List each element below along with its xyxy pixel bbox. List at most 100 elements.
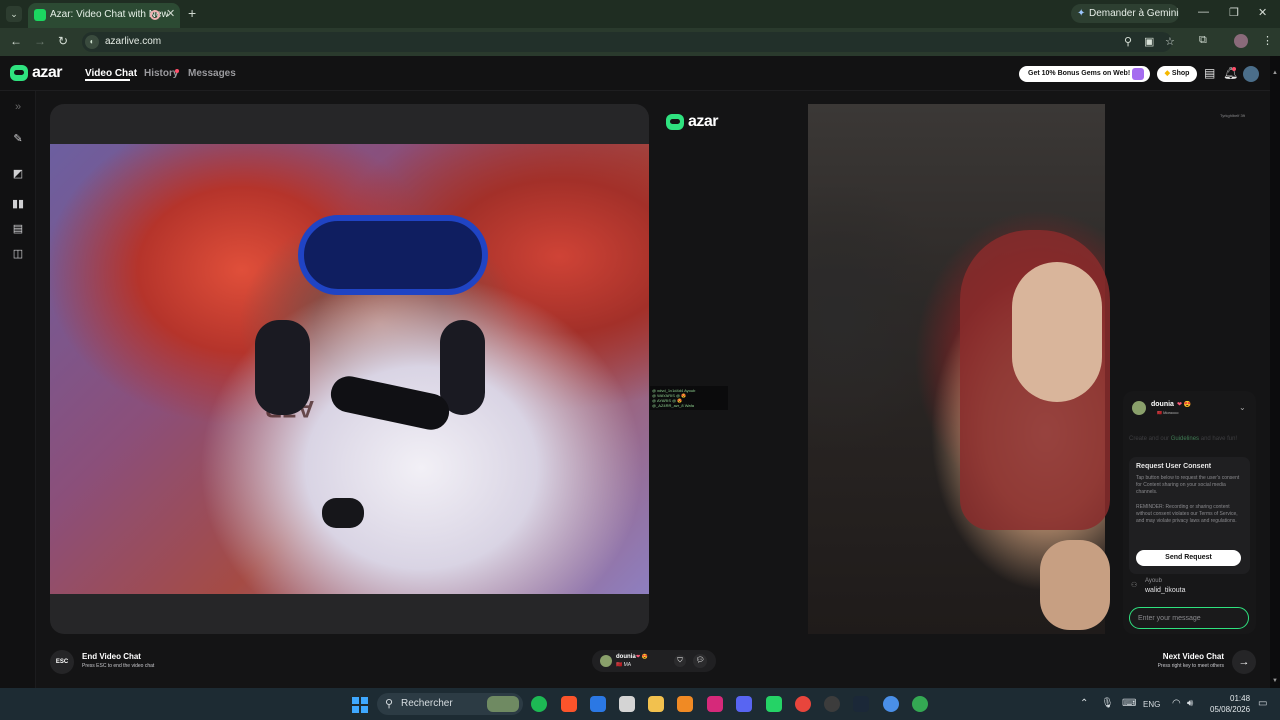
esc-button[interactable]: ESC bbox=[50, 650, 74, 674]
notification-center-icon[interactable]: ▭ bbox=[1258, 698, 1267, 709]
browser-tab-bar: ⌄ Azar: Video Chat with New ✕ + ✦ Demand… bbox=[0, 0, 1280, 28]
partner-badges: ❤ 😍 bbox=[1177, 402, 1192, 408]
store-icon[interactable] bbox=[619, 696, 635, 712]
consent-description: Tap button below to request the user's c… bbox=[1136, 475, 1240, 495]
whatsapp-icon[interactable] bbox=[766, 696, 782, 712]
pill-partner-badges: ❤ 😍 bbox=[636, 654, 648, 660]
layout-stacked-icon[interactable]: ▤ bbox=[11, 222, 25, 235]
pill-partner-name: dounia bbox=[616, 654, 636, 660]
message-sender: Ayoub bbox=[1145, 578, 1162, 584]
bookmark-star-icon[interactable]: ☆ bbox=[1165, 35, 1175, 48]
system-clock[interactable]: 01:48 05/08/2026 bbox=[1210, 693, 1250, 715]
partner-face-shape bbox=[1012, 262, 1102, 402]
filter-icon[interactable]: ◩ bbox=[11, 167, 25, 180]
message-input[interactable] bbox=[1129, 607, 1249, 629]
extensions-icon[interactable]: ⧉ bbox=[1199, 34, 1207, 47]
corner-tag: Tyrkghlbelf 3ft bbox=[1220, 113, 1245, 118]
omnibox[interactable]: ◐ azarlive.com ⚲ ▣ ☆ bbox=[82, 32, 1175, 52]
send-request-button[interactable]: Send Request bbox=[1136, 550, 1241, 566]
next-arrow-button[interactable]: → bbox=[1232, 650, 1256, 674]
shield-app-icon[interactable] bbox=[590, 696, 606, 712]
bonus-gems-button[interactable]: Get 10% Bonus Gems on Web! bbox=[1019, 66, 1150, 82]
tray-chevron-icon[interactable]: ⌃ bbox=[1080, 698, 1088, 709]
steam-icon[interactable] bbox=[853, 696, 869, 712]
left-tool-rail: » ✎ ◩ ▮▮ ▤ ◫ bbox=[0, 91, 36, 688]
message-text: walid_tikouta bbox=[1145, 587, 1186, 594]
instagram-icon[interactable] bbox=[707, 696, 723, 712]
site-info-icon[interactable]: ◐ bbox=[85, 35, 99, 49]
browser-tab-azar[interactable]: Azar: Video Chat with New ✕ bbox=[28, 3, 180, 28]
gem-icon: ◆ bbox=[1164, 70, 1170, 77]
magic-wand-icon[interactable]: ✎ bbox=[11, 132, 25, 145]
reload-icon[interactable]: ↻ bbox=[58, 34, 68, 48]
windows-start-icon[interactable] bbox=[352, 697, 368, 713]
nav-history[interactable]: History bbox=[144, 68, 178, 79]
volume-icon[interactable]: 🔊︎ bbox=[1187, 698, 1193, 709]
browser-menu-icon[interactable]: ⋮ bbox=[1262, 34, 1273, 47]
nav-video-chat[interactable]: Video Chat bbox=[85, 68, 137, 79]
layout-pip-icon[interactable]: ◫ bbox=[11, 247, 25, 260]
my-video-frame: AZR bbox=[50, 104, 649, 634]
chat-panel: dounia ❤ 😍 🇲🇦 Morocco ⌄ Create and our G… bbox=[1123, 391, 1256, 634]
file-explorer-icon[interactable] bbox=[648, 696, 664, 712]
brave-icon[interactable] bbox=[561, 696, 577, 712]
guidelines-link[interactable]: Guidelines bbox=[1171, 436, 1199, 442]
search-icon: ⚲ bbox=[385, 698, 394, 710]
scroll-down-arrow-icon[interactable]: ▼ bbox=[1272, 678, 1278, 684]
partner-info-pill[interactable]: dounia ❤ 😍 🇲🇦 MA ⛉ 💬︎ bbox=[592, 650, 716, 672]
azar-watermark-icon bbox=[666, 114, 684, 130]
inbox-icon[interactable]: ▤ bbox=[1204, 66, 1215, 80]
end-chat-title[interactable]: End Video Chat bbox=[82, 652, 141, 661]
next-chat-hint: Press right key to meet others bbox=[1157, 663, 1224, 669]
page-scrollbar[interactable] bbox=[1270, 56, 1280, 688]
ask-gemini-button[interactable]: ✦ Demander à Gemini bbox=[1071, 4, 1179, 23]
layout-side-by-side-icon[interactable]: ▮▮ bbox=[11, 197, 25, 210]
chrome-profile-icon[interactable] bbox=[883, 696, 899, 712]
clock-date: 05/08/2026 bbox=[1210, 705, 1251, 714]
shop-button[interactable]: ◆ Shop bbox=[1157, 66, 1197, 82]
azar-logo-icon[interactable] bbox=[10, 65, 28, 81]
report-shield-icon[interactable]: ⛉ bbox=[674, 655, 686, 667]
headset-right-shape bbox=[440, 320, 485, 415]
discord-icon[interactable] bbox=[736, 696, 752, 712]
chrome-icon[interactable] bbox=[795, 696, 811, 712]
collapse-chevron-icon[interactable]: ⌄ bbox=[1239, 403, 1246, 412]
nav-messages[interactable]: Messages bbox=[188, 68, 236, 79]
bonus-gems-label: Get 10% Bonus Gems on Web! bbox=[1028, 70, 1131, 77]
tab-search-chevron-icon[interactable]: ⌄ bbox=[6, 6, 22, 22]
chrome-active-icon[interactable] bbox=[912, 696, 928, 712]
clock-time: 01:48 bbox=[1230, 694, 1251, 703]
zoom-icon[interactable]: ⚲ bbox=[1124, 35, 1132, 48]
microphone-icon[interactable]: 🎙︎ bbox=[1101, 698, 1114, 709]
taskbar-search[interactable]: ⚲ Rechercher bbox=[377, 693, 523, 715]
forward-arrow-icon[interactable]: → bbox=[34, 34, 46, 48]
vlc-icon[interactable] bbox=[677, 696, 693, 712]
search-highlight-image bbox=[487, 696, 519, 712]
window-close-icon[interactable]: ✕ bbox=[1258, 6, 1267, 19]
github-icon[interactable] bbox=[824, 696, 840, 712]
restore-icon[interactable]: ❐ bbox=[1229, 6, 1239, 19]
recording-indicator-icon bbox=[150, 10, 160, 20]
new-tab-button[interactable]: + bbox=[188, 5, 196, 21]
keyboard-icon[interactable]: ⌨ bbox=[1122, 698, 1136, 709]
profile-avatar[interactable] bbox=[1234, 34, 1248, 48]
cast-icon[interactable]: ▣ bbox=[1144, 35, 1154, 48]
active-nav-underline bbox=[85, 79, 130, 81]
gift-icon bbox=[1132, 68, 1144, 80]
back-arrow-icon[interactable]: ← bbox=[10, 34, 22, 48]
tab-close-icon[interactable]: ✕ bbox=[166, 7, 175, 20]
user-avatar[interactable] bbox=[1243, 66, 1259, 82]
wifi-icon[interactable]: ◠ bbox=[1172, 698, 1181, 709]
chat-bubble-icon[interactable]: 💬︎ bbox=[693, 654, 707, 668]
spotify-icon[interactable] bbox=[531, 696, 547, 712]
partner-avatar[interactable] bbox=[1132, 401, 1146, 415]
ski-goggles-shape bbox=[298, 215, 488, 295]
end-chat-hint: Press ESC to end the video chat bbox=[82, 663, 155, 669]
expand-rail-icon[interactable]: » bbox=[11, 101, 25, 113]
next-chat-title[interactable]: Next Video Chat bbox=[1163, 652, 1224, 661]
microphone-shape bbox=[322, 498, 364, 528]
scroll-up-arrow-icon[interactable]: ▲ bbox=[1272, 70, 1278, 76]
azar-logo-text[interactable]: azar bbox=[32, 64, 63, 82]
minimize-icon[interactable]: — bbox=[1198, 6, 1209, 18]
language-indicator[interactable]: ENG bbox=[1143, 700, 1160, 709]
